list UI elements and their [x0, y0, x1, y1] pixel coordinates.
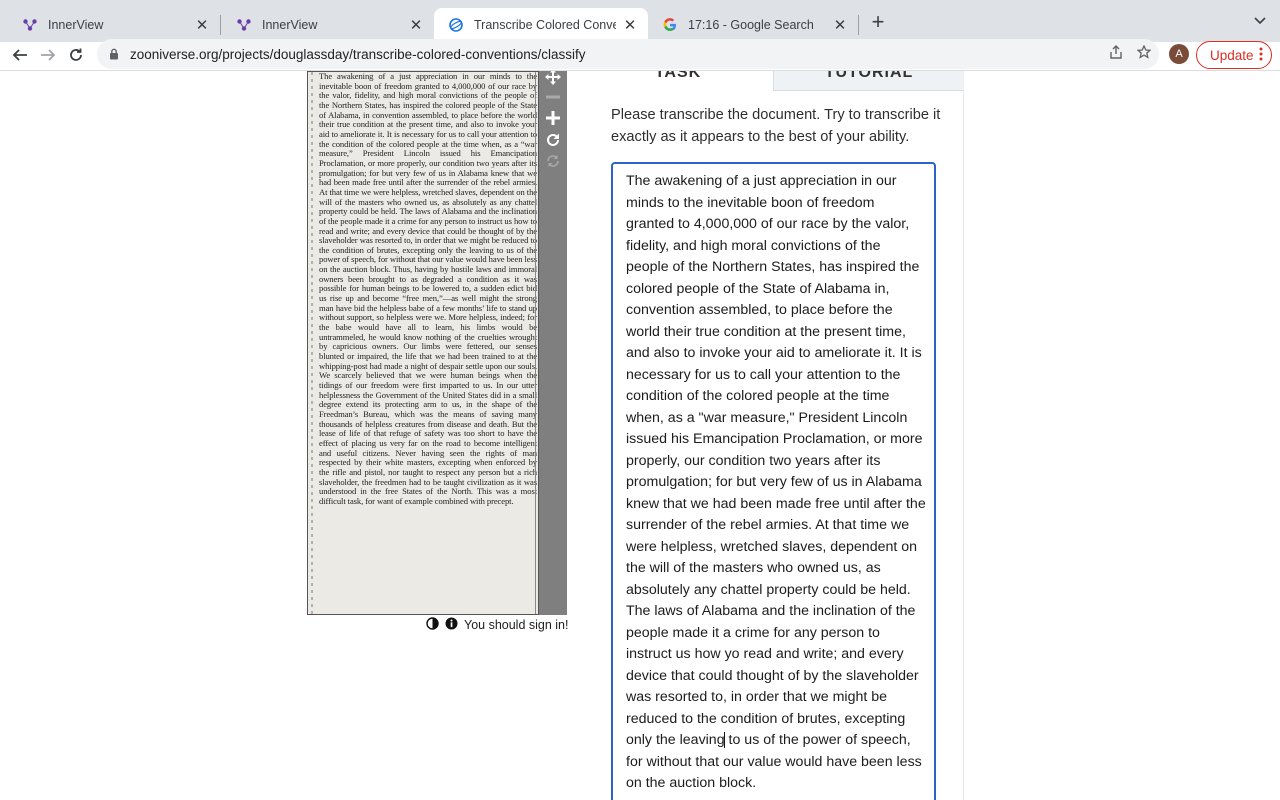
scan-text: The awakening of a just appreciation in … [319, 71, 537, 506]
transcription-textarea[interactable]: The awakening of a just appreciation in … [611, 162, 936, 800]
close-icon[interactable]: ✕ [832, 17, 848, 34]
innerview-favicon-icon [22, 17, 38, 33]
task-panel: TASK TUTORIAL Please transcribe the docu… [583, 71, 964, 800]
tab-search-chevron-icon[interactable] [1250, 13, 1270, 33]
browser-tab-innerview-2[interactable]: InnerView ✕ [222, 8, 434, 42]
transcription-text: The awakening of a just appreciation in … [626, 171, 926, 795]
tab-title: InnerView [262, 18, 318, 32]
browser-toolbar: zooniverse.org/projects/douglassday/tran… [0, 39, 1280, 70]
column-rule [535, 72, 536, 614]
close-icon[interactable]: ✕ [194, 17, 210, 34]
new-tab-plus-icon[interactable]: + [866, 11, 890, 35]
subject-viewer: The awakening of a just appreciation in … [307, 71, 567, 615]
innerview-favicon-icon [236, 17, 252, 33]
page-content: The awakening of a just appreciation in … [0, 71, 1280, 800]
task-tabs: TASK TUTORIAL [583, 71, 964, 91]
tab-title: 17:16 - Google Search [688, 18, 814, 32]
viewer-controls [539, 71, 567, 615]
update-button[interactable]: Update [1196, 41, 1272, 69]
zoom-in-icon[interactable] [542, 108, 564, 128]
back-arrow-icon[interactable] [8, 43, 32, 67]
reload-icon[interactable] [64, 43, 88, 67]
tab-separator [858, 15, 859, 35]
tab-title: InnerView [48, 18, 104, 32]
task-instruction: Please transcribe the document. Try to t… [611, 107, 941, 145]
address-bar[interactable]: zooniverse.org/projects/douglassday/tran… [97, 39, 1159, 69]
tab-title: Transcribe Colored Convention [474, 18, 616, 32]
text-before-caret: The awakening of a just appreciation in … [626, 173, 930, 748]
lock-icon [107, 48, 121, 60]
contrast-icon[interactable] [426, 617, 439, 633]
close-icon[interactable]: ✕ [622, 17, 638, 34]
viewer-footer: You should sign in! [426, 617, 568, 633]
pan-move-icon[interactable] [542, 71, 564, 87]
url-text: zooniverse.org/projects/douglassday/tran… [130, 46, 586, 62]
bookmark-star-icon[interactable] [1136, 44, 1152, 62]
tab-tutorial[interactable]: TUTORIAL [773, 71, 964, 91]
info-icon[interactable] [445, 617, 458, 633]
profile-avatar[interactable]: A [1169, 44, 1189, 64]
browser-tab-google-search[interactable]: 17:16 - Google Search ✕ [648, 8, 858, 42]
zoom-out-icon[interactable] [542, 87, 564, 107]
tab-separator [220, 15, 221, 35]
scan-edge-marks [311, 72, 313, 614]
tab-strip: InnerView ✕ InnerView ✕ Transcribe Color… [0, 0, 1280, 42]
forward-arrow-icon[interactable] [36, 43, 60, 67]
task-body: Please transcribe the document. Try to t… [583, 91, 964, 800]
rotate-icon[interactable] [542, 130, 564, 150]
update-label: Update [1210, 47, 1254, 63]
reset-view-icon[interactable] [542, 151, 564, 171]
browser-tab-transcribe[interactable]: Transcribe Colored Convention ✕ [434, 8, 648, 42]
zooniverse-favicon-icon [448, 17, 464, 33]
sign-in-message: You should sign in! [464, 618, 569, 632]
google-favicon-icon [662, 17, 678, 33]
browser-tab-innerview-1[interactable]: InnerView ✕ [8, 8, 220, 42]
more-vertical-icon [1259, 47, 1263, 64]
share-icon[interactable] [1109, 45, 1123, 62]
newspaper-scan-image[interactable]: The awakening of a just appreciation in … [307, 71, 539, 615]
tab-task[interactable]: TASK [583, 71, 773, 91]
close-icon[interactable]: ✕ [408, 17, 424, 34]
